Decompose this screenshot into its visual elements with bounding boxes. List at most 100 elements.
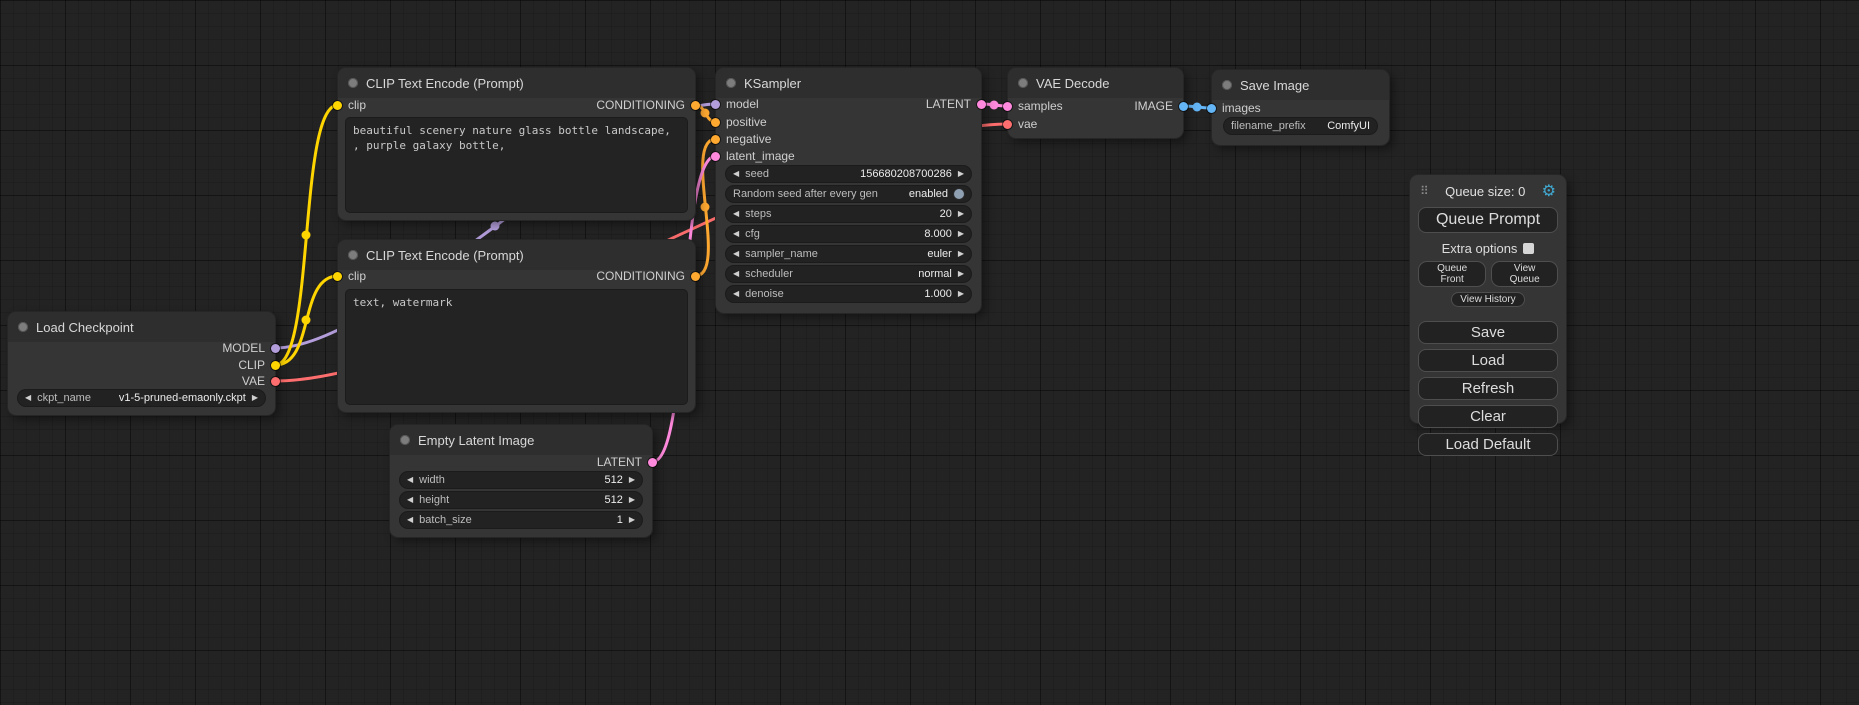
port-dot-latent[interactable] xyxy=(1003,102,1012,111)
node-save-image[interactable]: Save Image images filename_prefix ComfyU… xyxy=(1212,70,1389,145)
collapse-dot-icon[interactable] xyxy=(400,435,410,445)
widget-filename-prefix[interactable]: filename_prefix ComfyUI xyxy=(1224,118,1377,134)
node-graph-canvas[interactable]: Load Checkpoint MODEL CLIP VAE ◀ ckpt_na… xyxy=(0,0,1859,705)
node-titlebar[interactable]: CLIP Text Encode (Prompt) xyxy=(338,68,695,98)
widget-batch-size[interactable]: ◀ batch_size 1 ▶ xyxy=(400,512,642,528)
node-load-checkpoint[interactable]: Load Checkpoint MODEL CLIP VAE ◀ ckpt_na… xyxy=(8,312,275,415)
arrow-right-icon[interactable]: ▶ xyxy=(958,210,964,218)
arrow-left-icon[interactable]: ◀ xyxy=(407,476,413,484)
input-port-clip[interactable]: clip xyxy=(333,97,366,113)
link-midpoint-dot[interactable] xyxy=(990,101,999,110)
link-midpoint-dot[interactable] xyxy=(491,222,500,231)
input-port-model[interactable]: model xyxy=(711,96,759,112)
node-vae-decode[interactable]: VAE Decode samples vae IMAGE xyxy=(1008,68,1183,138)
node-titlebar[interactable]: CLIP Text Encode (Prompt) xyxy=(338,240,695,270)
load-default-button[interactable]: Load Default xyxy=(1418,433,1558,456)
toggle-dot-icon[interactable] xyxy=(954,189,964,199)
view-history-button[interactable]: View History xyxy=(1451,292,1524,307)
port-dot-clip[interactable] xyxy=(271,361,280,370)
arrow-right-icon[interactable]: ▶ xyxy=(252,394,258,402)
output-port-model[interactable]: MODEL xyxy=(222,340,280,356)
output-port-conditioning[interactable]: CONDITIONING xyxy=(596,268,700,284)
node-empty-latent-image[interactable]: Empty Latent Image LATENT ◀ width 512 ▶ … xyxy=(390,425,652,537)
collapse-dot-icon[interactable] xyxy=(348,250,358,260)
widget-scheduler[interactable]: ◀ scheduler normal ▶ xyxy=(726,266,971,282)
view-queue-button[interactable]: View Queue xyxy=(1491,261,1558,287)
node-clip-text-encode-positive[interactable]: CLIP Text Encode (Prompt) clip CONDITION… xyxy=(338,68,695,220)
input-port-negative[interactable]: negative xyxy=(711,131,771,147)
widget-height[interactable]: ◀ height 512 ▶ xyxy=(400,492,642,508)
port-dot-clip[interactable] xyxy=(333,272,342,281)
link-midpoint-dot[interactable] xyxy=(701,109,710,118)
arrow-left-icon[interactable]: ◀ xyxy=(407,496,413,504)
input-port-images[interactable]: images xyxy=(1207,100,1261,116)
widget-steps[interactable]: ◀ steps 20 ▶ xyxy=(726,206,971,222)
collapse-dot-icon[interactable] xyxy=(1018,78,1028,88)
arrow-left-icon[interactable]: ◀ xyxy=(733,270,739,278)
input-port-samples[interactable]: samples xyxy=(1003,98,1063,114)
load-button[interactable]: Load xyxy=(1418,349,1558,372)
comfy-menu-panel[interactable]: ⠿ Queue size: 0 ⚙ Queue Prompt Extra opt… xyxy=(1410,175,1566,423)
node-titlebar[interactable]: KSampler xyxy=(716,68,981,98)
port-dot-latent[interactable] xyxy=(711,152,720,161)
settings-gear-icon[interactable]: ⚙ xyxy=(1542,181,1556,201)
prompt-textarea[interactable]: text, watermark xyxy=(346,290,687,404)
arrow-left-icon[interactable]: ◀ xyxy=(733,170,739,178)
arrow-left-icon[interactable]: ◀ xyxy=(733,290,739,298)
extra-options-checkbox[interactable] xyxy=(1523,243,1534,254)
output-port-vae[interactable]: VAE xyxy=(242,373,280,389)
arrow-left-icon[interactable]: ◀ xyxy=(407,516,413,524)
collapse-dot-icon[interactable] xyxy=(18,322,28,332)
arrow-right-icon[interactable]: ▶ xyxy=(629,476,635,484)
arrow-right-icon[interactable]: ▶ xyxy=(958,290,964,298)
node-titlebar[interactable]: VAE Decode xyxy=(1008,68,1183,98)
output-port-latent[interactable]: LATENT xyxy=(597,454,657,470)
collapse-dot-icon[interactable] xyxy=(348,78,358,88)
widget-sampler-name[interactable]: ◀ sampler_name euler ▶ xyxy=(726,246,971,262)
save-button[interactable]: Save xyxy=(1418,321,1558,344)
node-ksampler[interactable]: KSampler model positive negative latent_… xyxy=(716,68,981,313)
node-clip-text-encode-negative[interactable]: CLIP Text Encode (Prompt) clip CONDITION… xyxy=(338,240,695,412)
widget-random-seed-toggle[interactable]: Random seed after every gen enabled xyxy=(726,186,971,202)
arrow-right-icon[interactable]: ▶ xyxy=(958,230,964,238)
arrow-right-icon[interactable]: ▶ xyxy=(958,170,964,178)
port-dot-latent[interactable] xyxy=(977,100,986,109)
port-dot-conditioning[interactable] xyxy=(711,118,720,127)
link-midpoint-dot[interactable] xyxy=(701,203,710,212)
collapse-dot-icon[interactable] xyxy=(726,78,736,88)
port-dot-vae[interactable] xyxy=(271,377,280,386)
output-port-clip[interactable]: CLIP xyxy=(238,357,280,373)
input-port-latent-image[interactable]: latent_image xyxy=(711,148,795,164)
port-dot-vae[interactable] xyxy=(1003,120,1012,129)
widget-ckpt-name[interactable]: ◀ ckpt_name v1-5-pruned-emaonly.ckpt ▶ xyxy=(18,390,265,406)
drag-handle-icon[interactable]: ⠿ xyxy=(1420,184,1429,198)
widget-seed[interactable]: ◀ seed 156680208700286 ▶ xyxy=(726,166,971,182)
link-midpoint-dot[interactable] xyxy=(302,231,311,240)
port-dot-conditioning[interactable] xyxy=(711,135,720,144)
arrow-left-icon[interactable]: ◀ xyxy=(25,394,31,402)
node-titlebar[interactable]: Empty Latent Image xyxy=(390,425,652,455)
widget-cfg[interactable]: ◀ cfg 8.000 ▶ xyxy=(726,226,971,242)
prompt-textarea[interactable]: beautiful scenery nature glass bottle la… xyxy=(346,118,687,212)
output-port-latent[interactable]: LATENT xyxy=(926,96,986,112)
arrow-left-icon[interactable]: ◀ xyxy=(733,230,739,238)
link-midpoint-dot[interactable] xyxy=(1193,103,1202,112)
port-dot-latent[interactable] xyxy=(648,458,657,467)
output-port-conditioning[interactable]: CONDITIONING xyxy=(596,97,700,113)
port-dot-image[interactable] xyxy=(1207,104,1216,113)
collapse-dot-icon[interactable] xyxy=(1222,80,1232,90)
link-midpoint-dot[interactable] xyxy=(302,316,311,325)
widget-denoise[interactable]: ◀ denoise 1.000 ▶ xyxy=(726,286,971,302)
refresh-button[interactable]: Refresh xyxy=(1418,377,1558,400)
arrow-right-icon[interactable]: ▶ xyxy=(958,270,964,278)
queue-prompt-button[interactable]: Queue Prompt xyxy=(1418,207,1558,233)
node-titlebar[interactable]: Save Image xyxy=(1212,70,1389,100)
arrow-right-icon[interactable]: ▶ xyxy=(629,496,635,504)
port-dot-image[interactable] xyxy=(1179,102,1188,111)
port-dot-model[interactable] xyxy=(711,100,720,109)
arrow-left-icon[interactable]: ◀ xyxy=(733,250,739,258)
input-port-vae[interactable]: vae xyxy=(1003,116,1037,132)
port-dot-conditioning[interactable] xyxy=(691,101,700,110)
port-dot-conditioning[interactable] xyxy=(691,272,700,281)
port-dot-clip[interactable] xyxy=(333,101,342,110)
